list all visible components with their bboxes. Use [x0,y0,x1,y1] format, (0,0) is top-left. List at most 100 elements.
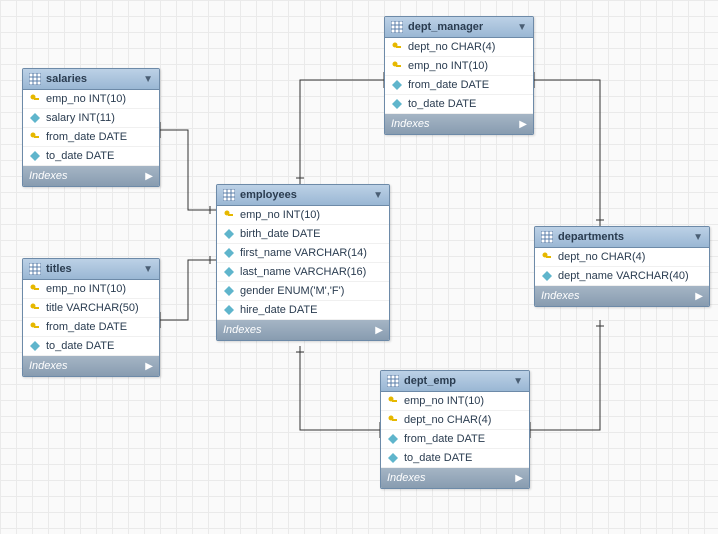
column-label: hire_date DATE [240,304,317,316]
table-header[interactable]: dept_emp ▼ [381,371,529,392]
column-row[interactable]: emp_no INT(10) [23,280,159,299]
column-row[interactable]: first_name VARCHAR(14) [217,244,389,263]
collapse-icon[interactable]: ▼ [517,22,527,33]
diamond-icon [223,247,235,259]
collapse-icon[interactable]: ▼ [513,376,523,387]
table-titles[interactable]: titles ▼ emp_no INT(10) title VARCHAR(50… [22,258,160,377]
table-header[interactable]: employees ▼ [217,185,389,206]
column-row[interactable]: from_date DATE [23,318,159,337]
column-row[interactable]: from_date DATE [23,128,159,147]
column-label: dept_no CHAR(4) [404,414,491,426]
column-row[interactable]: emp_no INT(10) [385,57,533,76]
key-icon [29,283,41,295]
indexes-section[interactable]: Indexes ▶ [23,166,159,186]
column-label: to_date DATE [46,150,114,162]
diamond-icon [223,228,235,240]
diamond-icon [29,340,41,352]
indexes-label: Indexes [29,170,68,182]
table-dept-emp[interactable]: dept_emp ▼ emp_no INT(10) dept_no CHAR(4… [380,370,530,489]
expand-icon[interactable]: ▶ [145,361,153,372]
table-icon [541,231,553,243]
indexes-section[interactable]: Indexes▶ [381,468,529,488]
column-row[interactable]: to_date DATE [23,337,159,356]
column-row[interactable]: dept_no CHAR(4) [385,38,533,57]
table-icon [391,21,403,33]
table-header[interactable]: salaries ▼ [23,69,159,90]
column-row[interactable]: gender ENUM('M','F') [217,282,389,301]
diamond-icon [223,285,235,297]
indexes-label: Indexes [391,118,430,130]
column-label: to_date DATE [46,340,114,352]
key-icon [541,251,553,263]
table-header[interactable]: departments ▼ [535,227,709,248]
expand-icon[interactable]: ▶ [515,473,523,484]
expand-icon[interactable]: ▶ [695,291,703,302]
column-label: first_name VARCHAR(14) [240,247,367,259]
column-row[interactable]: to_date DATE [381,449,529,468]
table-title: dept_manager [408,21,483,33]
column-label: dept_no CHAR(4) [558,251,645,263]
indexes-section[interactable]: Indexes ▶ [385,114,533,134]
column-row[interactable]: last_name VARCHAR(16) [217,263,389,282]
column-row[interactable]: salary INT(11) [23,109,159,128]
collapse-icon[interactable]: ▼ [373,190,383,201]
expand-icon[interactable]: ▶ [519,119,527,130]
column-row[interactable]: from_date DATE [381,430,529,449]
indexes-section[interactable]: Indexes ▶ [217,320,389,340]
expand-icon[interactable]: ▶ [145,171,153,182]
indexes-section[interactable]: Indexes▶ [23,356,159,376]
key-icon [387,414,399,426]
table-title: departments [558,231,624,243]
column-row[interactable]: to_date DATE [385,95,533,114]
column-label: emp_no INT(10) [46,283,126,295]
key-icon [29,302,41,314]
column-label: gender ENUM('M','F') [240,285,344,297]
column-row[interactable]: birth_date DATE [217,225,389,244]
column-label: title VARCHAR(50) [46,302,139,314]
indexes-label: Indexes [223,324,262,336]
indexes-label: Indexes [541,290,580,302]
collapse-icon[interactable]: ▼ [693,232,703,243]
table-icon [29,73,41,85]
column-row[interactable]: from_date DATE [385,76,533,95]
column-row[interactable]: dept_name VARCHAR(40) [535,267,709,286]
column-row[interactable]: emp_no INT(10) [381,392,529,411]
collapse-icon[interactable]: ▼ [143,264,153,275]
column-row[interactable]: dept_no CHAR(4) [535,248,709,267]
table-salaries[interactable]: salaries ▼ emp_no INT(10) salary INT(11)… [22,68,160,187]
column-label: birth_date DATE [240,228,321,240]
column-label: emp_no INT(10) [46,93,126,105]
diamond-icon [541,270,553,282]
table-employees[interactable]: employees ▼ emp_no INT(10) birth_date DA… [216,184,390,341]
column-row[interactable]: emp_no INT(10) [23,90,159,109]
diamond-icon [29,112,41,124]
column-label: from_date DATE [408,79,489,91]
table-title: dept_emp [404,375,456,387]
column-row[interactable]: emp_no INT(10) [217,206,389,225]
column-label: from_date DATE [404,433,485,445]
key-icon [29,131,41,143]
key-icon [29,321,41,333]
column-label: dept_name VARCHAR(40) [558,270,689,282]
expand-icon[interactable]: ▶ [375,325,383,336]
table-departments[interactable]: departments ▼ dept_no CHAR(4) dept_name … [534,226,710,307]
key-icon [387,395,399,407]
table-dept-manager[interactable]: dept_manager ▼ dept_no CHAR(4) emp_no IN… [384,16,534,135]
table-title: employees [240,189,297,201]
diamond-icon [223,266,235,278]
column-label: salary INT(11) [46,112,115,124]
diamond-icon [387,433,399,445]
column-row[interactable]: title VARCHAR(50) [23,299,159,318]
column-label: from_date DATE [46,131,127,143]
column-row[interactable]: to_date DATE [23,147,159,166]
key-icon [29,93,41,105]
column-row[interactable]: dept_no CHAR(4) [381,411,529,430]
table-title: titles [46,263,72,275]
indexes-section[interactable]: Indexes ▶ [535,286,709,306]
collapse-icon[interactable]: ▼ [143,74,153,85]
table-header[interactable]: dept_manager ▼ [385,17,533,38]
column-label: from_date DATE [46,321,127,333]
column-row[interactable]: hire_date DATE [217,301,389,320]
key-icon [223,209,235,221]
table-header[interactable]: titles ▼ [23,259,159,280]
